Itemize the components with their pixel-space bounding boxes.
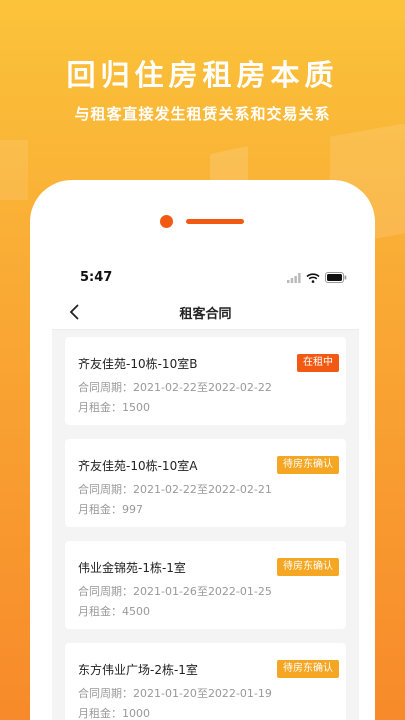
- contract-title: 齐友佳苑-10栋-10室A: [78, 459, 198, 473]
- status-icons: [287, 272, 347, 283]
- signal-icon: [287, 272, 301, 283]
- contract-list: 齐友佳苑-10栋-10室B 在租中 合同周期：2021-02-22至2022-0…: [52, 330, 359, 720]
- status-badge: 待房东确认: [277, 558, 339, 576]
- battery-icon: [325, 272, 347, 283]
- contract-rent: 月租金：1000: [78, 707, 150, 720]
- promo-banner: 回归住房租房本质 与租客直接发生租赁关系和交易关系: [0, 0, 405, 247]
- status-badge: 待房东确认: [277, 456, 339, 474]
- phone-speaker-bar: [186, 219, 244, 224]
- status-badge: 在租中: [297, 354, 339, 372]
- contract-card[interactable]: 齐友佳苑-10栋-10室A 待房东确认 合同周期：2021-02-22至2022…: [65, 439, 346, 527]
- contract-card[interactable]: 齐友佳苑-10栋-10室B 在租中 合同周期：2021-02-22至2022-0…: [65, 337, 346, 425]
- contract-rent: 月租金：4500: [78, 605, 150, 618]
- contract-period: 合同周期：2021-01-20至2022-01-19: [78, 687, 272, 700]
- status-time: 5:47: [80, 270, 113, 285]
- contract-title: 东方伟业广场-2栋-1室: [78, 663, 198, 677]
- contract-period: 合同周期：2021-01-26至2022-01-25: [78, 585, 272, 598]
- status-bar: 5:47: [52, 262, 359, 294]
- promo-headline: 回归住房租房本质: [66, 58, 339, 92]
- status-badge: 待房东确认: [277, 660, 339, 678]
- promo-subline: 与租客直接发生租赁关系和交易关系: [74, 105, 331, 123]
- contract-card[interactable]: 伟业金锦苑-1栋-1室 待房东确认 合同周期：2021-01-26至2022-0…: [65, 541, 346, 629]
- phone-camera-dot: [160, 215, 173, 228]
- app-screen: 5:47 租客合同 齐友佳苑-10栋-10室B 在租中 合同周期：2021-02…: [52, 262, 359, 720]
- contract-period: 合同周期：2021-02-22至2022-02-22: [78, 381, 272, 394]
- contract-title: 齐友佳苑-10栋-10室B: [78, 357, 198, 371]
- contract-rent: 月租金：997: [78, 503, 143, 516]
- page-title: 租客合同: [179, 307, 232, 322]
- contract-card[interactable]: 东方伟业广场-2栋-1室 待房东确认 合同周期：2021-01-20至2022-…: [65, 643, 346, 720]
- contract-period: 合同周期：2021-02-22至2022-02-21: [78, 483, 272, 496]
- wifi-icon: [306, 272, 320, 283]
- decorative-building: [0, 140, 28, 200]
- nav-bar: 租客合同: [52, 294, 359, 330]
- contract-title: 伟业金锦苑-1栋-1室: [78, 561, 186, 575]
- contract-rent: 月租金：1500: [78, 401, 150, 414]
